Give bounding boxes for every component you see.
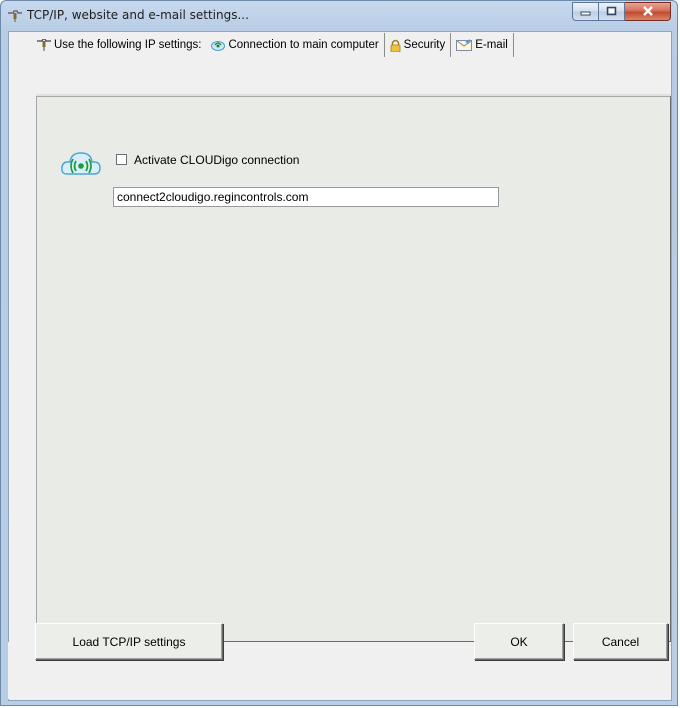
- close-button[interactable]: [625, 2, 671, 21]
- title-bar[interactable]: TCP/IP, website and e-mail settings...: [1, 1, 677, 31]
- close-icon: [642, 5, 654, 19]
- ok-button[interactable]: OK: [474, 623, 564, 660]
- network-plug-icon: [37, 39, 51, 51]
- maximize-icon: [606, 5, 617, 19]
- tab-label: Use the following IP settings:: [54, 39, 202, 51]
- tab-security[interactable]: Security: [385, 33, 452, 57]
- minimize-button[interactable]: [572, 2, 599, 21]
- tab-strip: Use the following IP settings: Connectio…: [24, 33, 514, 57]
- tab-label: Connection to main computer: [228, 39, 379, 51]
- maximize-button[interactable]: [599, 2, 625, 21]
- activate-cloudigo-label[interactable]: Activate CLOUDigo connection: [134, 153, 299, 167]
- connection-icon: [211, 39, 226, 51]
- tab-label: Security: [403, 39, 446, 51]
- activate-cloudigo-checkbox[interactable]: [116, 154, 127, 165]
- tab-label: E-mail: [475, 39, 508, 51]
- cloud-signal-icon: [61, 150, 101, 178]
- minimize-icon: [580, 5, 591, 19]
- tab-email[interactable]: E-mail: [451, 33, 514, 57]
- cloudigo-host-input[interactable]: [113, 187, 499, 207]
- load-tcpip-settings-button[interactable]: Load TCP/IP settings: [35, 623, 223, 660]
- window-title: TCP/IP, website and e-mail settings...: [27, 8, 249, 22]
- caption-buttons: [572, 2, 671, 22]
- network-plug-icon: [7, 10, 23, 22]
- tab-connection[interactable]: Connection to main computer: [206, 33, 385, 57]
- cancel-button[interactable]: Cancel: [573, 623, 668, 660]
- tab-ip-settings[interactable]: Use the following IP settings:: [24, 33, 206, 57]
- lock-icon: [390, 39, 401, 52]
- tab-panel: [36, 96, 671, 642]
- envelope-icon: [456, 39, 473, 51]
